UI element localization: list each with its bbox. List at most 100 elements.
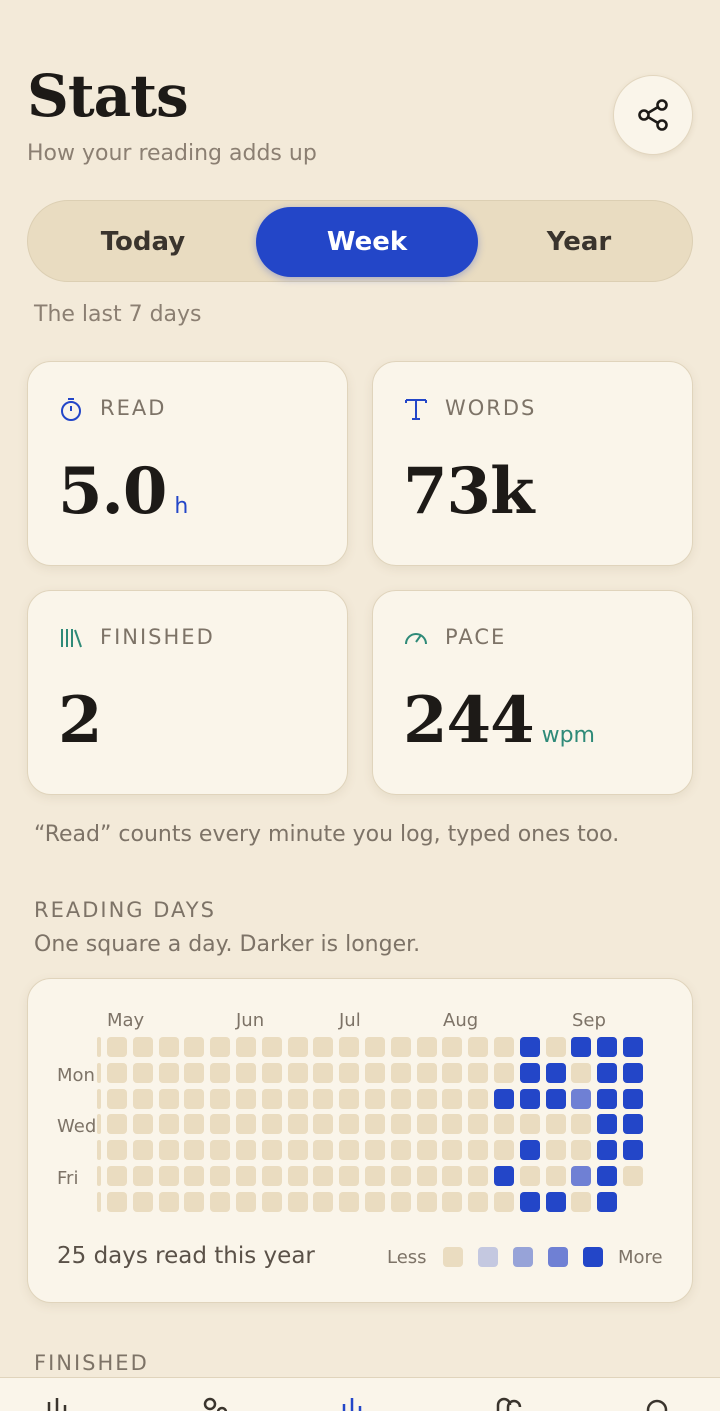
chart-icon[interactable] (45, 1396, 75, 1411)
reading-days-description: One square a day. Darker is longer. (34, 932, 421, 957)
heatmap-cell (210, 1037, 231, 1057)
heatmap-cell (184, 1114, 205, 1135)
heatmap-cell (442, 1114, 463, 1135)
read-value: 5.0 h (58, 454, 189, 529)
heatmap-cell (313, 1114, 334, 1135)
heatmap-cell (571, 1166, 592, 1186)
finished-heading: FINISHED (34, 1351, 149, 1375)
heatmap-cell (468, 1140, 489, 1161)
heatmap-cell (390, 1037, 411, 1057)
read-unit: h (174, 494, 189, 519)
heatmap-cell (545, 1166, 566, 1186)
finished-card[interactable]: FINISHED 2 (27, 590, 348, 795)
heatmap-cell (416, 1166, 437, 1186)
heatmap-cell (545, 1088, 566, 1109)
heatmap-cell (132, 1114, 153, 1135)
heatmap-cell (313, 1191, 334, 1212)
legend-less: Less (387, 1247, 427, 1268)
heatmap-cell (519, 1191, 540, 1212)
heatmap-cell (158, 1088, 179, 1109)
heatmap-cell (571, 1191, 592, 1212)
heatmap-cell (236, 1166, 256, 1186)
tab-week[interactable]: Week (256, 207, 478, 277)
heatmap-cell (416, 1114, 437, 1135)
tab-year[interactable]: Year (468, 207, 690, 277)
heatmap-cell (132, 1062, 153, 1083)
heatmap-cell (107, 1140, 127, 1161)
heatmap-cell (365, 1037, 385, 1057)
words-card[interactable]: WORDS 73k (372, 361, 693, 566)
heatmap-cell (184, 1062, 205, 1083)
heatmap-cell (261, 1114, 282, 1135)
finished-value: 2 (58, 683, 103, 758)
heatmap-cell (468, 1088, 489, 1109)
share-button[interactable] (613, 75, 693, 155)
heatmap-cell (494, 1088, 514, 1109)
heatmap-cell (442, 1166, 463, 1186)
legend-level-2 (513, 1247, 533, 1267)
finished-label: FINISHED (100, 625, 215, 649)
heatmap-cell (287, 1037, 308, 1057)
heatmap-cell (519, 1114, 540, 1135)
heatmap-cell (313, 1166, 334, 1186)
heatmap-cell (416, 1062, 437, 1083)
heatmap-cell (97, 1088, 101, 1109)
heatmap-cell (210, 1062, 231, 1083)
heatmap-cell (236, 1191, 256, 1212)
link-icon[interactable] (494, 1396, 524, 1411)
heatmap-cell (184, 1191, 205, 1212)
heatmap-cell (442, 1088, 463, 1109)
heatmap-cell (313, 1088, 334, 1109)
heatmap-cell (261, 1037, 282, 1057)
nodes-icon[interactable] (200, 1396, 230, 1411)
heatmap-cell (97, 1166, 101, 1186)
heatmap-cell (107, 1037, 127, 1057)
bottom-nav (0, 1377, 720, 1411)
gauge-icon (405, 633, 427, 645)
heatmap-cell (132, 1140, 153, 1161)
heatmap-cell (597, 1114, 618, 1135)
month-label-jun: Jun (236, 1010, 265, 1031)
heatmap-cell (494, 1037, 514, 1057)
heatmap-cell (261, 1166, 282, 1186)
tab-today[interactable]: Today (32, 207, 254, 277)
heatmap-cell (545, 1037, 566, 1057)
heatmap-cell (210, 1088, 231, 1109)
heatmap-cell (519, 1088, 540, 1109)
read-card[interactable]: READ 5.0 h (27, 361, 348, 566)
heatmap-cell (416, 1037, 437, 1057)
month-label-jul: Jul (339, 1010, 361, 1031)
heatmap-cell (416, 1140, 437, 1161)
heatmap-cell (442, 1037, 463, 1057)
legend-level-3 (548, 1247, 568, 1267)
heatmap-cell (236, 1088, 256, 1109)
heatmap-cell (313, 1062, 334, 1083)
heatmap-cell (390, 1166, 411, 1186)
heatmap-cell (519, 1062, 540, 1083)
search-icon[interactable] (642, 1396, 672, 1411)
day-label-mon: Mon (57, 1065, 95, 1086)
words-label: WORDS (445, 396, 537, 420)
heatmap-cell (339, 1088, 360, 1109)
stats-icon[interactable] (338, 1396, 368, 1411)
heatmap-cell (97, 1062, 101, 1083)
heatmap-cell (339, 1166, 360, 1186)
heatmap-cell (287, 1114, 308, 1135)
heatmap-cell (287, 1166, 308, 1186)
heatmap-cell (158, 1114, 179, 1135)
heatmap-cell (184, 1037, 205, 1057)
heatmap-cell (365, 1062, 385, 1083)
heatmap-cell (519, 1166, 540, 1186)
heatmap-cell (313, 1140, 334, 1161)
heatmap-cell (184, 1140, 205, 1161)
heatmap-cell (313, 1037, 334, 1057)
pace-label: PACE (445, 625, 507, 649)
heatmap-cell (571, 1088, 592, 1109)
heatmap-cell (623, 1140, 643, 1161)
heatmap-cell (571, 1037, 592, 1057)
share-icon (638, 99, 668, 131)
heatmap-cell (339, 1191, 360, 1212)
month-label-aug: Aug (443, 1010, 479, 1031)
heatmap-cell (158, 1062, 179, 1083)
pace-card[interactable]: PACE 244 wpm (372, 590, 693, 795)
